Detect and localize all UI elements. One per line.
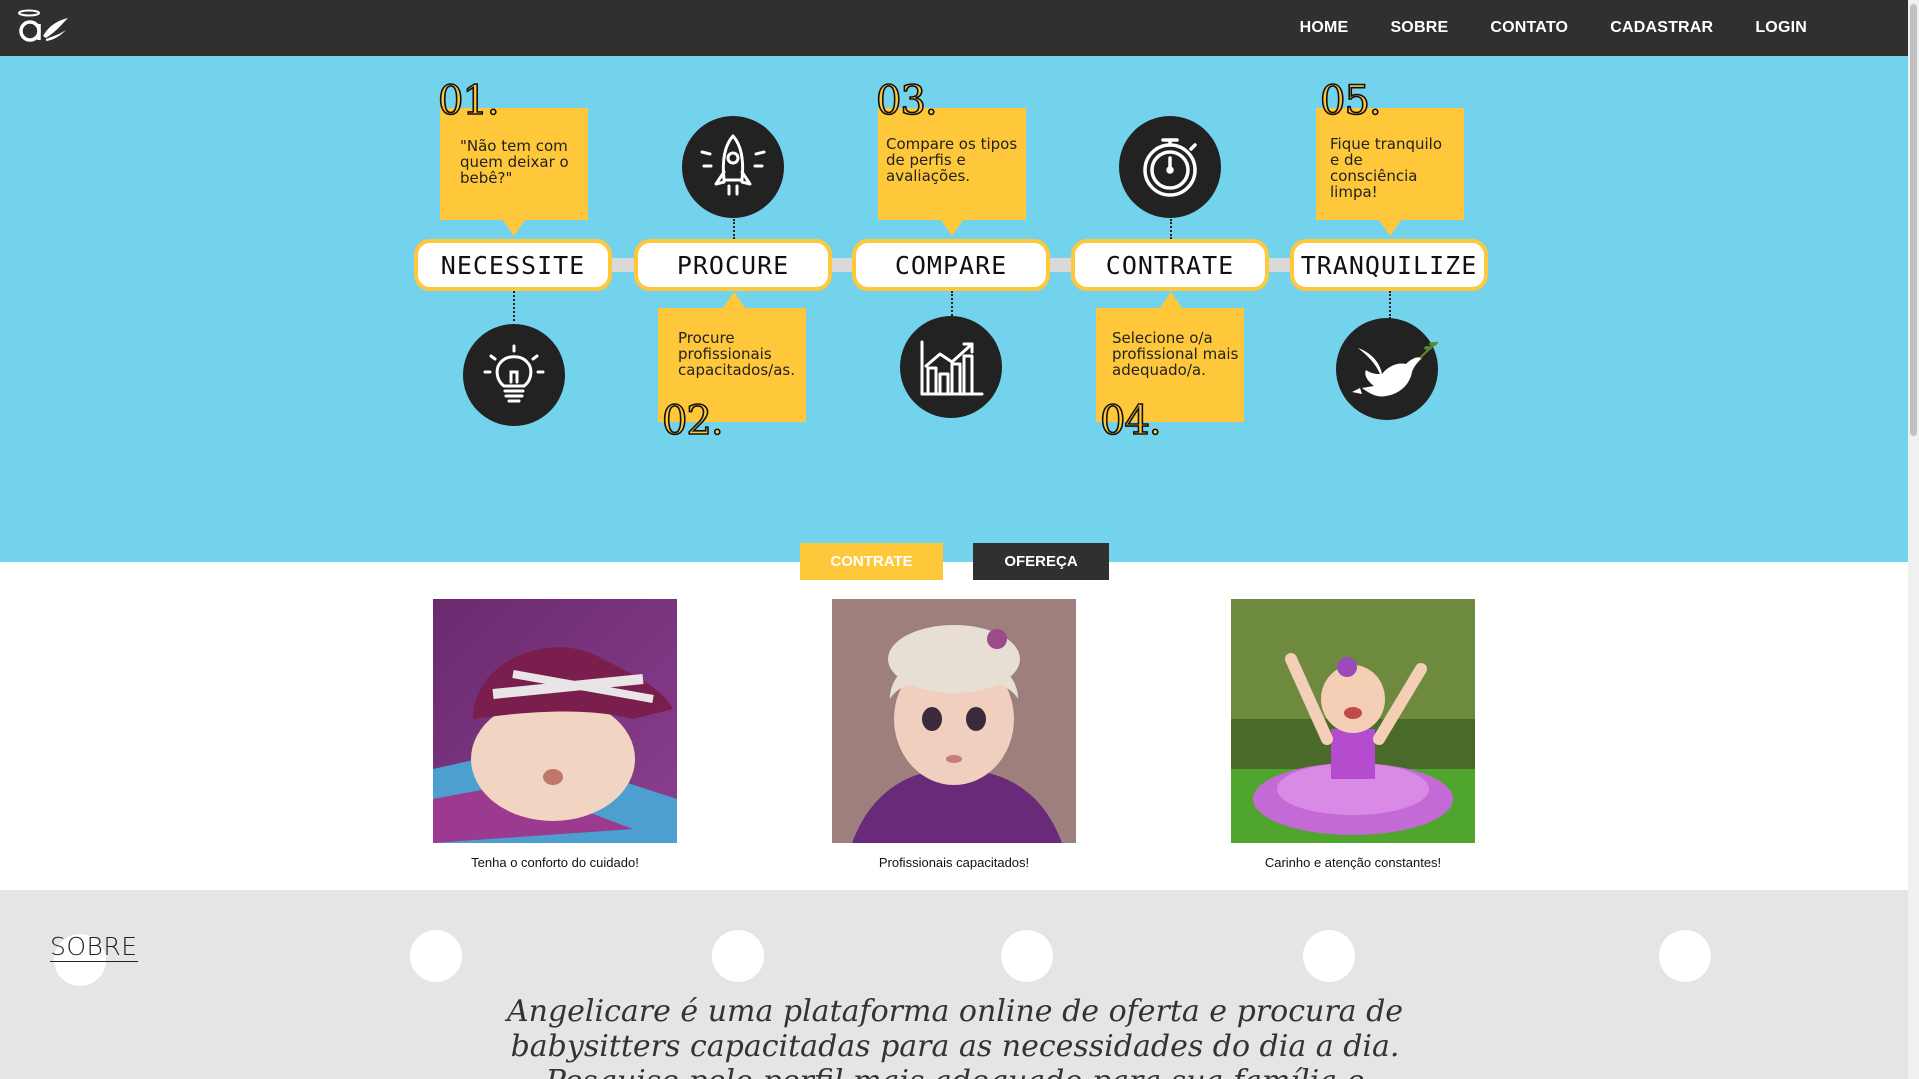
sleeping-baby-photo bbox=[433, 599, 677, 843]
gallery-item-2: Profissionais capacitados! bbox=[832, 599, 1076, 870]
step-3-note-pointer bbox=[941, 220, 963, 236]
top-navbar: HOME SOBRE CONTATO CADASTRAR LOGIN bbox=[0, 0, 1908, 56]
sobre-text: Angelicare é uma plataforma online de of… bbox=[506, 994, 1404, 1079]
step-3-note: Compare os tipos de perfis e avaliações. bbox=[878, 108, 1026, 220]
step-5-note-pointer bbox=[1379, 220, 1401, 236]
step-3-label: COMPARE bbox=[852, 239, 1050, 291]
step-1-note: "Não tem com quem deixar o bebê?" bbox=[440, 108, 588, 220]
nav-contato[interactable]: CONTATO bbox=[1469, 19, 1589, 37]
step-1-label: NECESSITE bbox=[414, 239, 612, 291]
decorative-bubble bbox=[712, 930, 764, 982]
step-1-note-pointer bbox=[503, 220, 525, 236]
rocket-icon bbox=[682, 116, 784, 218]
lightbulb-icon bbox=[463, 324, 565, 426]
sobre-section: SOBRE Angelicare é uma plataforma online… bbox=[0, 890, 1908, 1079]
step-1-number: 01. bbox=[437, 77, 500, 125]
step-1-connector bbox=[513, 291, 515, 321]
ofereca-button[interactable]: OFEREÇA bbox=[973, 543, 1109, 580]
step-4-connector bbox=[1170, 219, 1172, 239]
step-2-connector bbox=[733, 219, 735, 239]
step-3-connector bbox=[951, 291, 953, 316]
step-3-number: 03. bbox=[875, 77, 938, 125]
bar-chart-icon bbox=[900, 316, 1002, 418]
gallery-item-3: Carinho e atenção constantes! bbox=[1231, 599, 1475, 870]
dove-icon bbox=[1336, 318, 1438, 420]
nav-cadastrar[interactable]: CADASTRAR bbox=[1589, 19, 1734, 37]
step-4-number: 04. bbox=[1099, 397, 1162, 445]
nav-login[interactable]: LOGIN bbox=[1734, 19, 1828, 37]
step-2-note-pointer bbox=[723, 292, 745, 308]
sobre-title: SOBRE bbox=[50, 932, 138, 962]
gallery-caption-2: Profissionais capacitados! bbox=[878, 855, 1030, 870]
decorative-bubble bbox=[1659, 930, 1711, 982]
decorative-bubble bbox=[410, 930, 462, 982]
scrollbar-thumb[interactable] bbox=[1910, 4, 1917, 436]
decorative-bubble bbox=[1303, 930, 1355, 982]
how-it-works-section: "Não tem com quem deixar o bebê?" 01. NE… bbox=[0, 56, 1908, 580]
decorative-bubble bbox=[1001, 930, 1053, 982]
stopwatch-icon bbox=[1119, 116, 1221, 218]
contrate-button[interactable]: CONTRATE bbox=[800, 543, 943, 580]
step-4-note-pointer bbox=[1160, 292, 1182, 308]
step-5-label: TRANQUILIZE bbox=[1290, 239, 1488, 291]
nav-links: HOME SOBRE CONTATO CADASTRAR LOGIN bbox=[1279, 0, 1828, 56]
gallery-item-1: Tenha o conforto do cuidado! bbox=[433, 599, 677, 870]
gallery-caption-3: Carinho e atenção constantes! bbox=[1264, 855, 1442, 870]
step-2-label: PROCURE bbox=[634, 239, 832, 291]
gallery-caption-1: Tenha o conforto do cuidado! bbox=[471, 855, 639, 870]
step-5-note: Fique tranquilo e de consciência limpa! bbox=[1316, 108, 1464, 220]
logo[interactable] bbox=[16, 8, 68, 48]
happy-baby-tutu-photo bbox=[1231, 599, 1475, 843]
step-5-connector bbox=[1389, 291, 1391, 319]
nav-sobre[interactable]: SOBRE bbox=[1369, 19, 1469, 37]
step-5-number: 05. bbox=[1319, 77, 1382, 125]
step-2-number: 02. bbox=[661, 397, 724, 445]
nav-home[interactable]: HOME bbox=[1279, 19, 1370, 37]
baby-girl-hat-photo bbox=[832, 599, 1076, 843]
step-4-label: CONTRATE bbox=[1071, 239, 1269, 291]
page-scrollbar[interactable] bbox=[1908, 0, 1919, 1079]
